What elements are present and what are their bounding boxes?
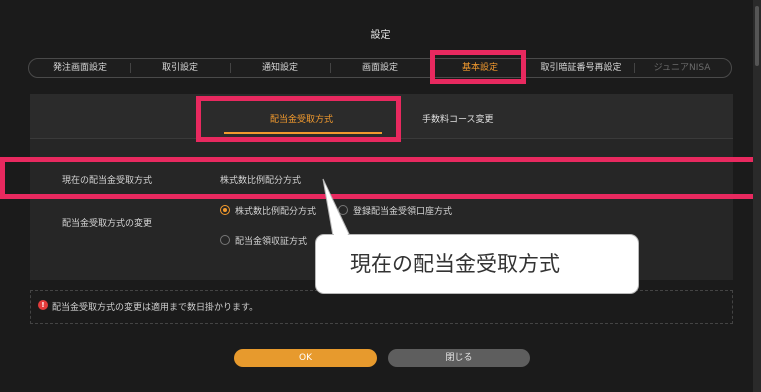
- callout-tail-join: [325, 184, 348, 235]
- scrollbar-thumb[interactable]: [755, 6, 759, 66]
